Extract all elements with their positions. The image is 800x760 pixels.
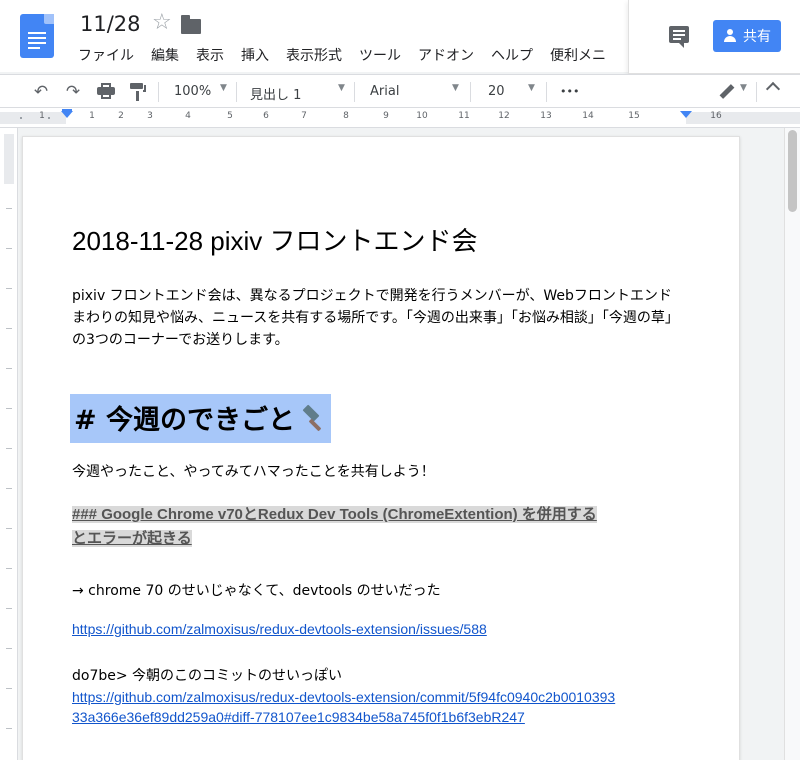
- menu-handy[interactable]: 便利メニ: [550, 45, 606, 65]
- ruler-tick: 13: [540, 111, 552, 121]
- toolbar-divider: [546, 82, 547, 102]
- toolbar-divider: [158, 82, 159, 102]
- horizontal-ruler[interactable]: 1 1 2 3 4 5 6 7 8 9 10 11 12 13 14 15 16: [0, 108, 800, 128]
- font-dropdown-icon[interactable]: ▼: [452, 83, 459, 93]
- menu-bar: ファイル 編集 表示 挿入 表示形式 ツール アドオン ヘルプ 便利メニ: [78, 45, 623, 65]
- menu-addons[interactable]: アドオン: [418, 45, 474, 65]
- style-select[interactable]: 見出し 1: [250, 84, 301, 103]
- font-select[interactable]: Arial: [370, 84, 399, 99]
- redo-icon[interactable]: ↷: [62, 81, 84, 103]
- share-button[interactable]: 共有: [713, 20, 781, 52]
- font-size-dropdown-icon[interactable]: ▼: [528, 83, 535, 93]
- docs-logo-icon[interactable]: [20, 14, 54, 58]
- commit-link-line-1[interactable]: https://github.com/zalmoxisus/redux-devt…: [72, 687, 615, 707]
- undo-icon[interactable]: ↶: [30, 81, 52, 103]
- hammer-icon: [301, 404, 327, 432]
- zoom-dropdown-icon[interactable]: ▼: [220, 83, 227, 93]
- comments-icon[interactable]: [669, 26, 689, 48]
- ruler-tick: 11: [458, 111, 470, 121]
- paint-format-icon[interactable]: [130, 83, 146, 101]
- ruler-tick: 1: [89, 111, 95, 121]
- ruler-tick: 8: [343, 111, 349, 121]
- commit-link-line-2[interactable]: 33a366e36ef89dd259a0#diff-778107ee1c9834…: [72, 707, 525, 727]
- ruler-tick: 9: [383, 111, 389, 121]
- font-size-select[interactable]: 20: [488, 84, 505, 99]
- section-heading-text: # 今週のできごと: [74, 405, 296, 436]
- document-page[interactable]: 2018-11-28 pixiv フロントエンド会 pixiv フロントエンド会…: [22, 136, 740, 760]
- toolbar-divider: [756, 82, 757, 102]
- ruler-tick: 3: [147, 111, 153, 121]
- ruler-tick: 7: [301, 111, 307, 121]
- ruler-tick: 4: [185, 111, 191, 121]
- subheading-line-2: とエラーが起きる: [72, 530, 192, 547]
- toolbar-divider: [470, 82, 471, 102]
- menu-help[interactable]: ヘルプ: [491, 45, 533, 65]
- right-indent-marker[interactable]: [680, 111, 692, 118]
- subheading-line-1: ### Google Chrome v70とRedux Dev Tools (C…: [72, 506, 597, 523]
- toolbar-divider: [236, 82, 237, 102]
- ruler-tick: 15: [628, 111, 640, 121]
- print-icon[interactable]: [97, 83, 115, 99]
- share-area: 共有: [628, 0, 800, 74]
- document-heading[interactable]: 2018-11-28 pixiv フロントエンド会: [72, 221, 478, 258]
- more-icon[interactable]: •••: [560, 85, 579, 98]
- edit-mode-dropdown-icon[interactable]: ▼: [740, 83, 747, 93]
- left-indent-marker[interactable]: [61, 111, 73, 118]
- section-intro-paragraph[interactable]: 今週やったこと、やってみてハマったことを共有しよう！: [72, 461, 435, 481]
- docs-window: 11/28 ☆ ファイル 編集 表示 挿入 表示形式 ツール アドオン ヘルプ …: [0, 0, 800, 760]
- person-icon: [723, 29, 737, 43]
- ruler-tick: 1: [39, 111, 45, 121]
- toolbar: ↶ ↷ 100% ▼ 見出し 1 ▼ Arial ▼ 20 ▼ ••• ▼: [0, 74, 800, 108]
- style-dropdown-icon[interactable]: ▼: [338, 83, 345, 93]
- share-label: 共有: [743, 29, 771, 45]
- menu-format[interactable]: 表示形式: [286, 45, 342, 65]
- app-header: 11/28 ☆ ファイル 編集 表示 挿入 表示形式 ツール アドオン ヘルプ …: [0, 0, 800, 74]
- vertical-ruler[interactable]: [0, 128, 18, 760]
- star-icon[interactable]: ☆: [152, 12, 172, 34]
- document-title[interactable]: 11/28: [80, 12, 141, 36]
- ruler-tick: 12: [498, 111, 510, 121]
- ruler-tick: 14: [582, 111, 594, 121]
- menu-file[interactable]: ファイル: [78, 45, 134, 65]
- issue-link[interactable]: https://github.com/zalmoxisus/redux-devt…: [72, 621, 487, 637]
- folder-icon[interactable]: [181, 15, 201, 34]
- document-canvas: 2018-11-28 pixiv フロントエンド会 pixiv フロントエンド会…: [18, 128, 784, 760]
- zoom-select[interactable]: 100%: [174, 84, 211, 99]
- collapse-menus-icon[interactable]: [765, 81, 781, 97]
- arrow-note-paragraph[interactable]: → chrome 70 のせいじゃなくて、devtools のせいだった: [72, 580, 441, 600]
- ruler-tick: 2: [118, 111, 124, 121]
- commit-note-paragraph[interactable]: do7be> 今朝のこのコミットのせいっぽい: [72, 665, 342, 685]
- vertical-scrollbar[interactable]: [784, 128, 800, 760]
- ruler-tick: 16: [710, 111, 722, 121]
- ruler-tick: 10: [416, 111, 428, 121]
- toolbar-divider: [354, 82, 355, 102]
- scrollbar-thumb[interactable]: [788, 130, 797, 212]
- subheading[interactable]: ### Google Chrome v70とRedux Dev Tools (C…: [72, 503, 692, 551]
- menu-edit[interactable]: 編集: [151, 45, 179, 65]
- menu-view[interactable]: 表示: [196, 45, 224, 65]
- pencil-icon[interactable]: [716, 83, 735, 101]
- intro-paragraph[interactable]: pixiv フロントエンド会は、異なるプロジェクトで開発を行うメンバーが、Web…: [72, 285, 682, 351]
- menu-tools[interactable]: ツール: [359, 45, 401, 65]
- section-heading-highlighted[interactable]: # 今週のできごと: [70, 394, 332, 443]
- menu-insert[interactable]: 挿入: [241, 45, 269, 65]
- ruler-tick: 5: [227, 111, 233, 121]
- ruler-tick: 6: [263, 111, 269, 121]
